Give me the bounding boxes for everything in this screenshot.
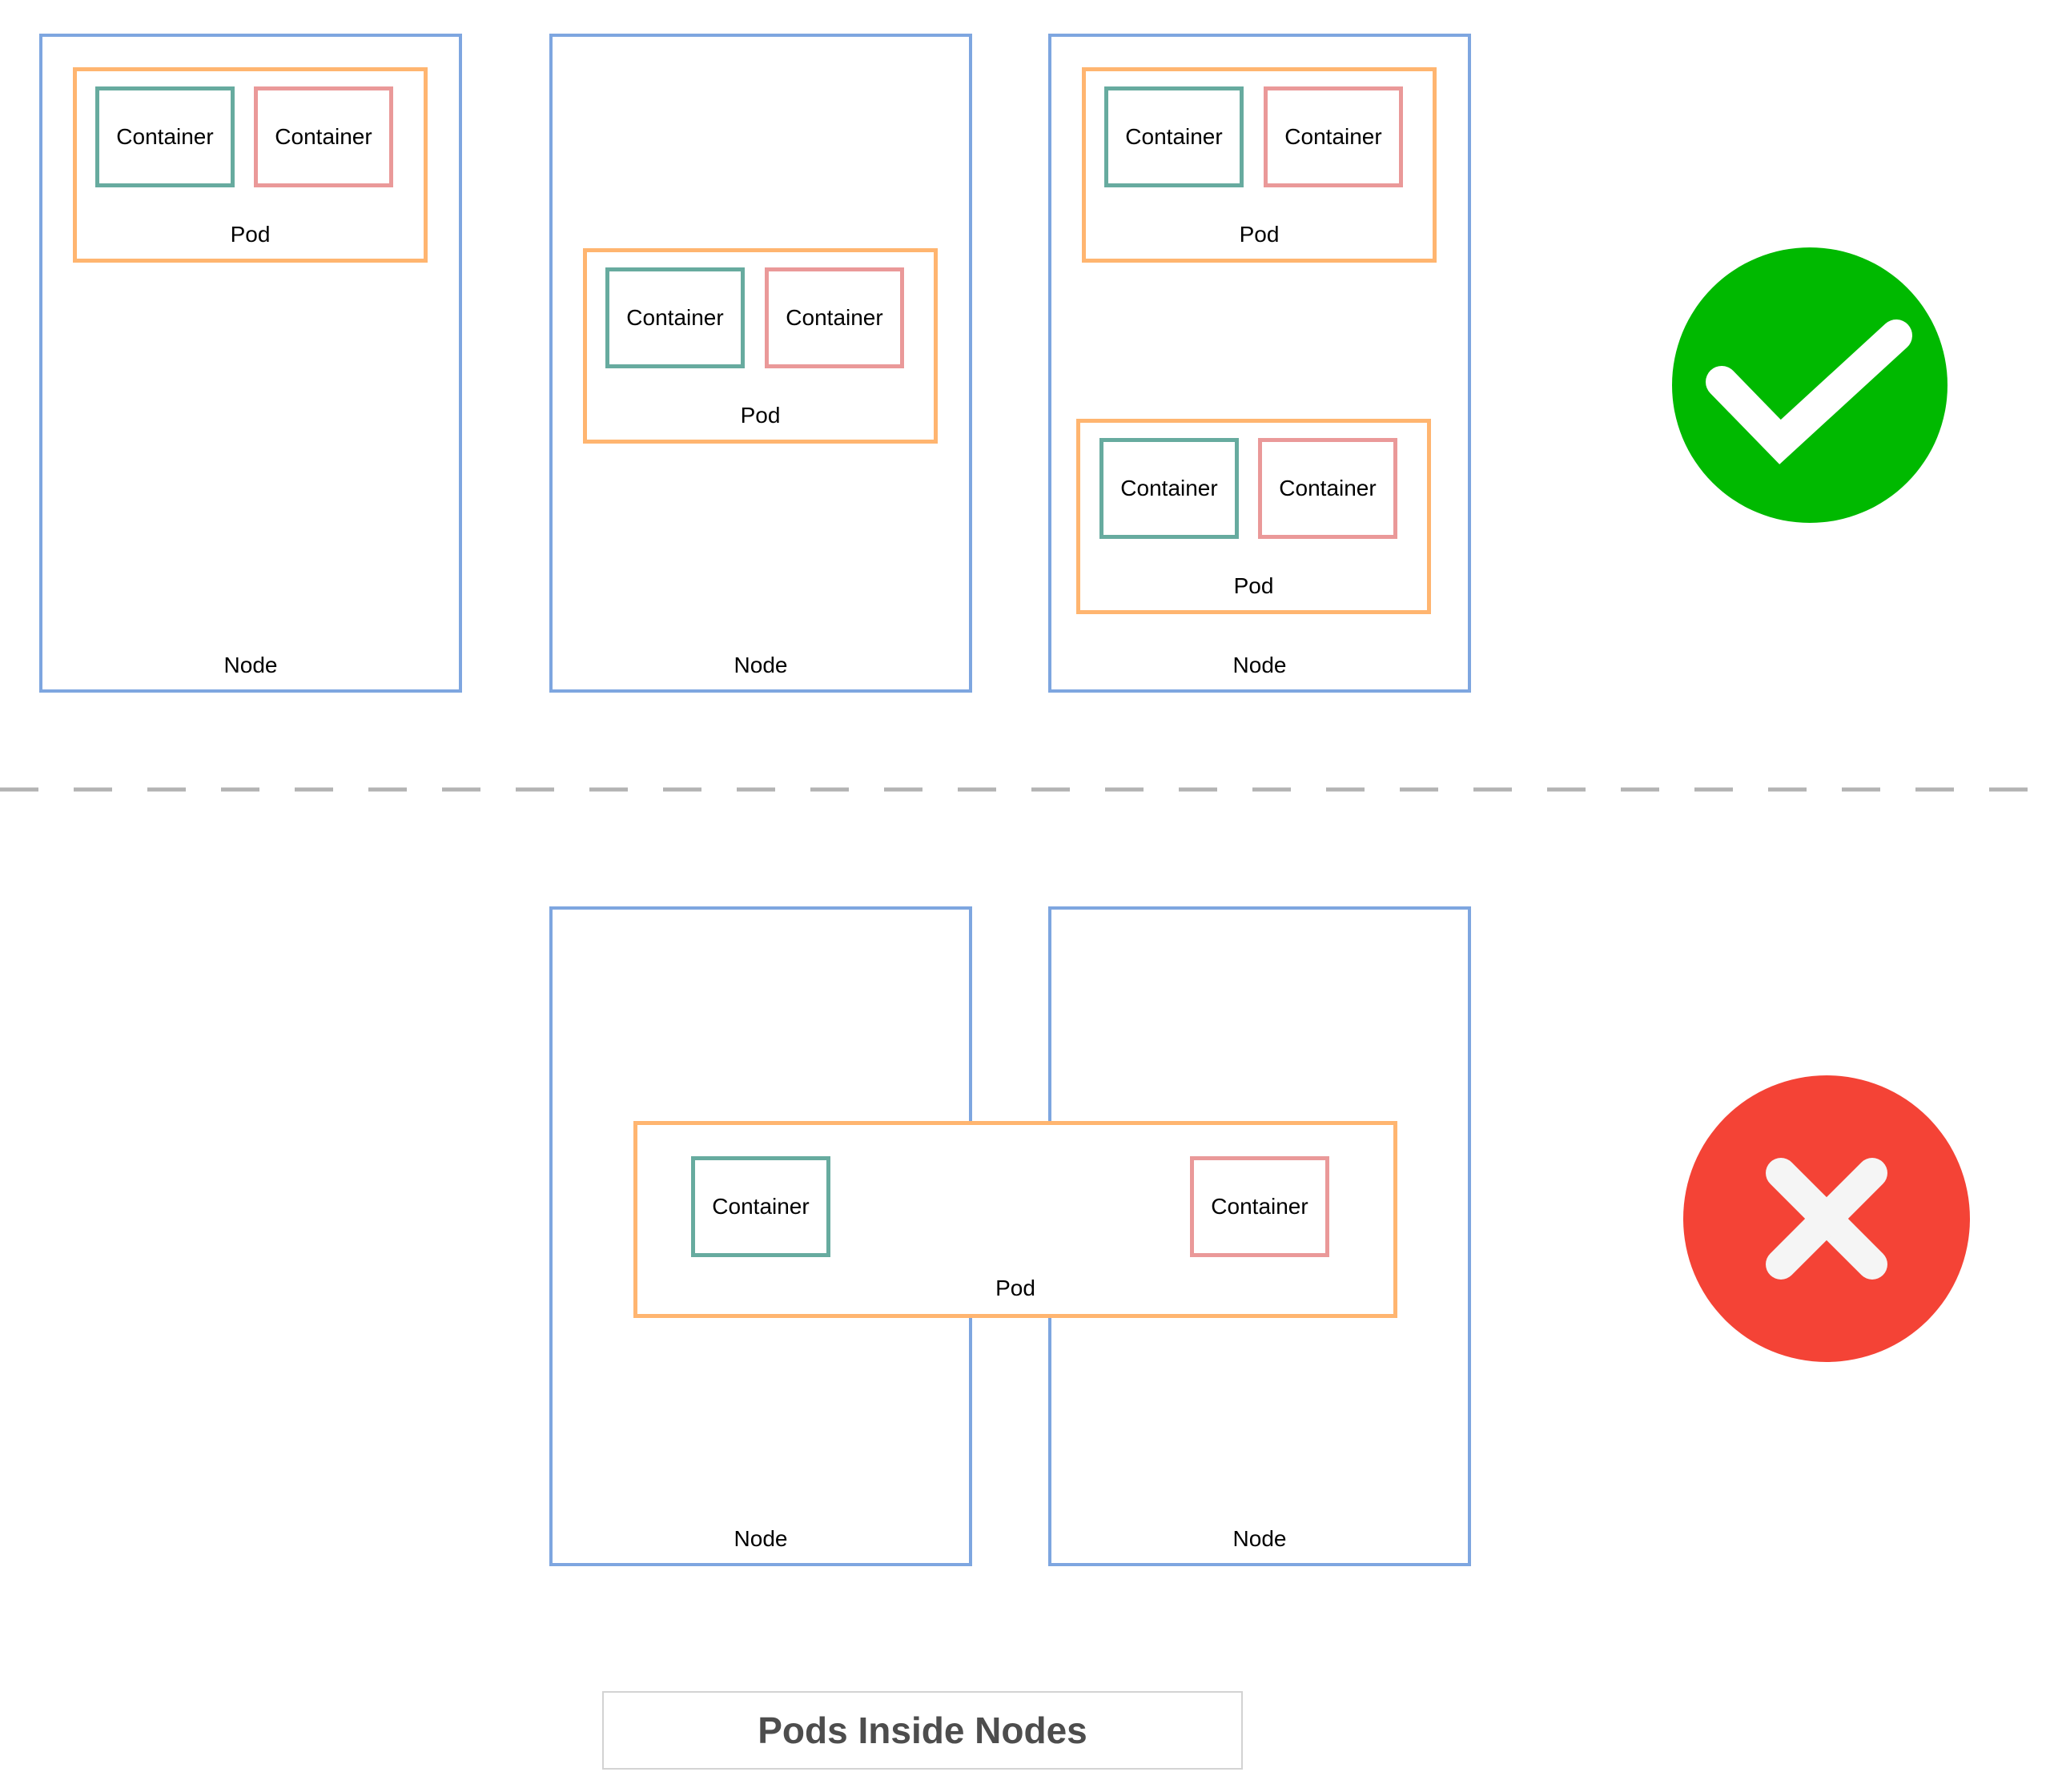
container-label: Container xyxy=(626,305,724,330)
container-label: Container xyxy=(712,1194,810,1219)
container-a: Container xyxy=(95,86,235,187)
container-label: Container xyxy=(1284,124,1382,149)
pod-label: Pod xyxy=(1233,573,1274,598)
container-a: Container xyxy=(1099,438,1239,539)
check-circle-icon xyxy=(1672,247,1948,523)
container-label: Container xyxy=(116,124,214,149)
pod-label: Pod xyxy=(1239,222,1280,247)
container-label: Container xyxy=(1120,476,1218,500)
container-b: Container xyxy=(1190,1156,1329,1257)
x-circle-icon xyxy=(1683,1075,1970,1362)
pod-label: Pod xyxy=(995,1276,1035,1300)
container-a: Container xyxy=(605,267,745,368)
pod-label: Pod xyxy=(740,403,781,428)
node-label: Node xyxy=(223,653,278,677)
node-label: Node xyxy=(734,1526,788,1551)
container-b: Container xyxy=(765,267,904,368)
container-b: Container xyxy=(1258,438,1397,539)
diagram-caption: Pods Inside Nodes xyxy=(602,1691,1243,1770)
container-label: Container xyxy=(1125,124,1223,149)
container-label: Container xyxy=(1279,476,1377,500)
container-label: Container xyxy=(786,305,883,330)
container-b: Container xyxy=(1264,86,1403,187)
node-label: Node xyxy=(1232,653,1287,677)
pod-label: Pod xyxy=(230,222,271,247)
section-divider xyxy=(0,787,2050,792)
node-label: Node xyxy=(734,653,788,677)
container-b: Container xyxy=(254,86,393,187)
container-label: Container xyxy=(1211,1194,1308,1219)
container-a: Container xyxy=(691,1156,830,1257)
container-a: Container xyxy=(1104,86,1244,187)
node-label: Node xyxy=(1232,1526,1287,1551)
container-label: Container xyxy=(275,124,372,149)
